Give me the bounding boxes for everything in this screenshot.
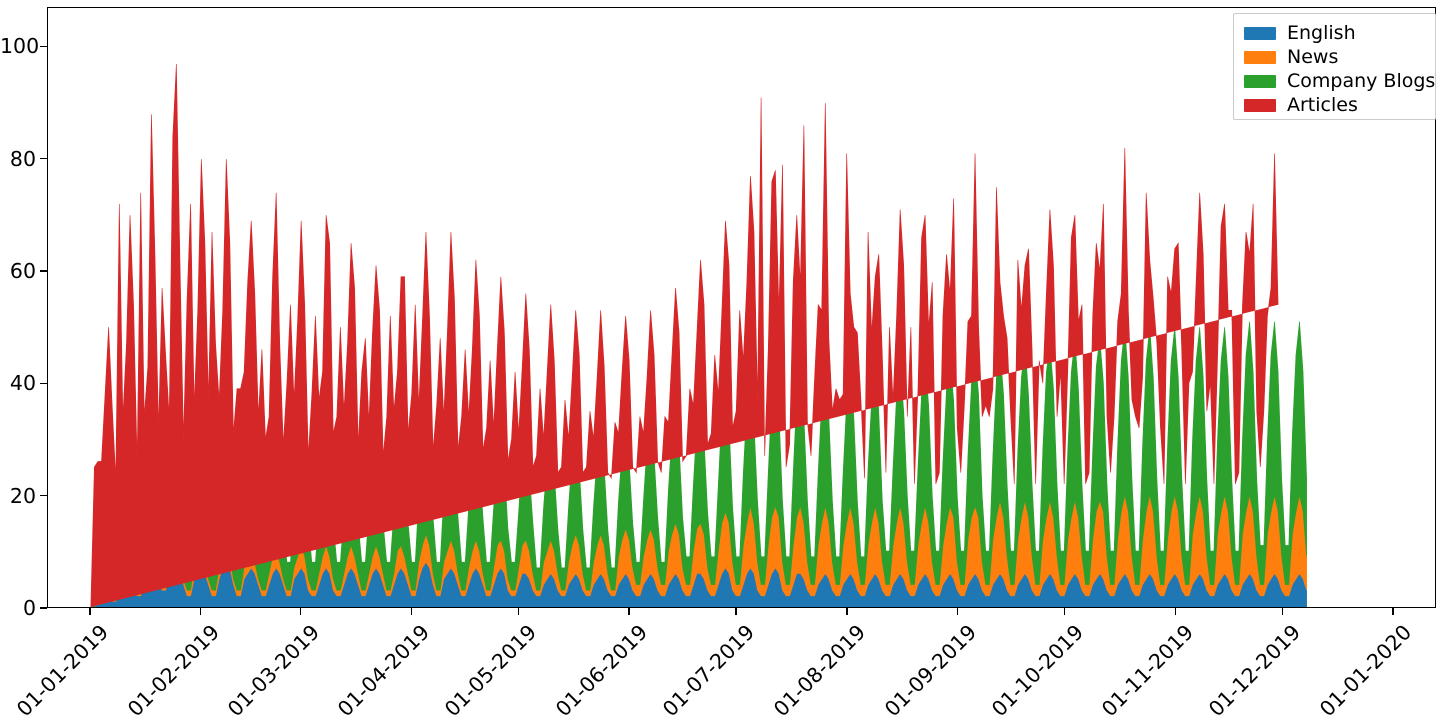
x-tick-label: 01-12-2019 <box>1204 620 1306 722</box>
x-tick-label: 01-08-2019 <box>768 620 870 722</box>
y-tick-label: 80 <box>9 146 36 171</box>
x-tick-mark <box>628 608 630 615</box>
y-tick-label: 0 <box>22 596 36 620</box>
x-tick-mark <box>1281 608 1284 615</box>
y-tick-mark <box>40 494 47 497</box>
legend-swatch-articles <box>1244 98 1276 112</box>
x-tick-mark <box>89 608 91 615</box>
legend-item: Articles <box>1244 93 1427 117</box>
y-tick-mark <box>40 270 47 272</box>
y-tick-mark <box>40 607 47 609</box>
x-tick-mark <box>199 608 202 615</box>
x-tick-label: 01-10-2019 <box>986 620 1088 722</box>
y-tick-label: 60 <box>9 258 36 283</box>
y-tick-label: 100 <box>0 34 40 59</box>
stacked-area-svg <box>90 63 1307 607</box>
y-tick-mark <box>40 157 47 160</box>
legend-item: News <box>1244 45 1427 69</box>
legend-label-articles: Articles <box>1287 93 1358 116</box>
x-tick-mark <box>735 608 737 615</box>
x-tick-label: 01-03-2019 <box>222 620 324 722</box>
x-tick-label: 01-09-2019 <box>879 620 981 722</box>
plot-area <box>47 7 1436 608</box>
legend-swatch-company-blogs <box>1244 74 1276 88</box>
x-tick-mark <box>846 608 848 615</box>
x-tick-mark <box>1174 608 1177 615</box>
y-tick-mark <box>40 382 47 385</box>
y-tick-mark <box>40 45 47 47</box>
x-tick-label: 01-11-2019 <box>1097 620 1199 722</box>
x-tick-label: 01-01-2020 <box>1315 620 1417 722</box>
y-tick-label: 20 <box>9 483 36 508</box>
x-tick-label: 01-02-2019 <box>122 620 224 722</box>
x-tick-label: 01-07-2019 <box>658 620 760 722</box>
x-tick-mark <box>299 608 302 615</box>
x-tick-mark <box>517 608 520 615</box>
x-tick-mark <box>1392 608 1394 615</box>
chart-figure: 0 20 40 60 80 100 01-01-2019 01-02-2019 01-03-20… <box>0 0 1447 728</box>
x-tick-mark <box>410 608 412 615</box>
x-tick-label: 01-01-2019 <box>11 620 113 722</box>
y-tick-label: 40 <box>9 371 36 396</box>
legend-swatch-english <box>1244 26 1276 40</box>
x-tick-label: 01-06-2019 <box>550 620 653 722</box>
x-tick-mark <box>1063 608 1066 615</box>
legend-item: Company Blogs <box>1244 69 1435 93</box>
x-tick-label: 01-05-2019 <box>440 620 542 722</box>
x-tick-label: 01-04-2019 <box>333 620 435 722</box>
legend-label-company-blogs: Company Blogs <box>1287 69 1436 92</box>
legend-label-english: English <box>1287 21 1356 44</box>
legend-swatch-news <box>1244 50 1276 64</box>
legend-item: English <box>1244 21 1427 45</box>
chart-legend: English News Company Blogs Articles <box>1233 13 1436 120</box>
x-tick-mark <box>956 608 959 615</box>
legend-label-news: News <box>1287 45 1339 68</box>
